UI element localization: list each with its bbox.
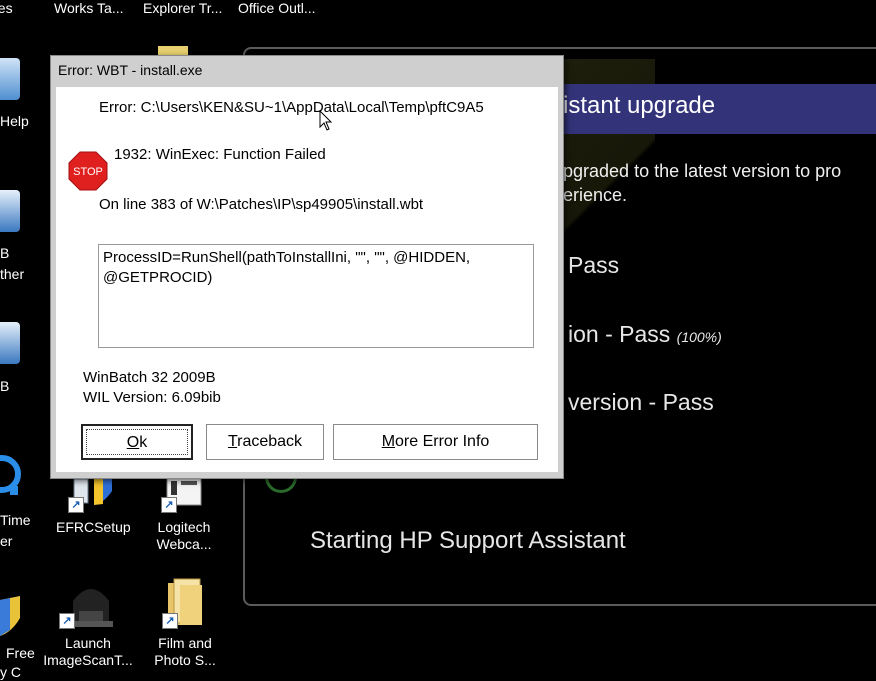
- more-accelerator: M: [381, 433, 396, 450]
- hp-description: upgraded to the latest version to pro pe…: [553, 159, 876, 207]
- icon-label: Launch: [65, 635, 111, 651]
- folder-icon: ↗: [162, 577, 208, 629]
- code-line-2: @GETPROCID): [103, 269, 213, 286]
- icon-label: Photo S...: [154, 652, 216, 668]
- partial-weather-icon[interactable]: [0, 190, 20, 232]
- desktop-label-help[interactable]: Help: [0, 113, 29, 130]
- hp-starting-status: Starting HP Support Assistant: [310, 527, 626, 554]
- shortcut-arrow-icon: ↗: [161, 497, 177, 513]
- desktop-label-free[interactable]: Free: [6, 645, 35, 662]
- wil-version: WIL Version: 6.09bib: [83, 389, 221, 406]
- hp-step-3: version - Pass: [568, 389, 714, 415]
- dialog-title: Error: WBT - install.exe: [58, 62, 203, 78]
- shortcut-arrow-icon: ↗: [68, 497, 84, 513]
- error-dialog[interactable]: Error: WBT - install.exe Error: C:\Users…: [50, 55, 564, 479]
- code-line-1: ProcessID=RunShell(pathToInstallIni, "",…: [103, 249, 471, 266]
- desktop-label-explorer[interactable]: Explorer Tr...: [143, 0, 222, 16]
- stop-sign-label: STOP: [73, 166, 103, 178]
- icon-label: Webca...: [156, 536, 212, 552]
- more-error-info-button[interactable]: More Error Info: [333, 424, 538, 460]
- hp-description-line1: upgraded to the latest version to pro: [553, 161, 842, 181]
- stop-sign-icon: STOP: [68, 151, 108, 191]
- desktop-label-nes[interactable]: nes: [0, 0, 13, 16]
- icon-label: Logitech: [157, 519, 211, 535]
- ok-button[interactable]: Ok: [81, 424, 193, 460]
- partial-app-icon[interactable]: [0, 322, 20, 364]
- hp-step-2-percent: (100%): [676, 329, 722, 345]
- desktop-label-b2[interactable]: B: [0, 378, 9, 395]
- error-code: 1932: WinExec: Function Failed: [114, 146, 326, 163]
- desktop-icon-launch-imagescan[interactable]: ↗ Launch ImageScanT...: [38, 577, 138, 669]
- desktop-icon-film-photo[interactable]: ↗ Film and Photo S...: [145, 577, 225, 669]
- traceback-label: raceback: [237, 433, 303, 450]
- product-version: WinBatch 32 2009B: [83, 369, 216, 386]
- focus-rectangle: [86, 429, 188, 455]
- desktop-icon-logitech-webcam[interactable]: ↗ Logitech Webca...: [145, 467, 223, 553]
- shortcut-arrow-icon: ↗: [162, 613, 178, 629]
- scanner-icon: ↗: [59, 577, 113, 629]
- hp-window-title: sistant upgrade: [551, 92, 716, 119]
- desktop-label-yc[interactable]: y C: [0, 664, 21, 681]
- traceback-button[interactable]: Traceback: [206, 424, 324, 460]
- traceback-accelerator: T: [227, 433, 238, 450]
- desktop-label-b1[interactable]: B: [0, 245, 9, 262]
- dialog-body: Error: C:\Users\KEN&SU~1\AppData\Local\T…: [56, 87, 558, 472]
- hp-step-2-text: ion - Pass: [568, 321, 671, 347]
- quicktime-icon[interactable]: [0, 452, 22, 495]
- error-line-info: On line 383 of W:\Patches\IP\sp49905\ins…: [99, 196, 424, 213]
- desktop-label-er[interactable]: er: [0, 533, 12, 550]
- shield-icon[interactable]: [0, 592, 22, 636]
- shortcut-arrow-icon: ↗: [59, 613, 75, 629]
- desktop-label-outlook[interactable]: Office Outl...: [238, 0, 316, 16]
- error-code-textbox[interactable]: ProcessID=RunShell(pathToInstallIni, "",…: [98, 244, 534, 348]
- desktop-label-ther[interactable]: ther: [0, 266, 24, 283]
- more-error-info-label: ore Error Info: [395, 433, 490, 450]
- partial-help-icon[interactable]: [0, 58, 20, 100]
- icon-label: ImageScanT...: [43, 652, 133, 668]
- error-path: Error: C:\Users\KEN&SU~1\AppData\Local\T…: [99, 99, 484, 116]
- desktop-label-time[interactable]: Time: [0, 512, 31, 529]
- mouse-cursor-icon: [319, 110, 333, 131]
- hp-step-2: ion - Pass (100%): [568, 321, 722, 348]
- hp-description-line2: perience.: [553, 185, 628, 205]
- hp-step-1: Pass: [568, 252, 620, 278]
- icon-label: Film and: [158, 635, 212, 651]
- icon-label: EFRCSetup: [56, 519, 131, 535]
- desktop-label-works[interactable]: Works Ta...: [54, 0, 124, 16]
